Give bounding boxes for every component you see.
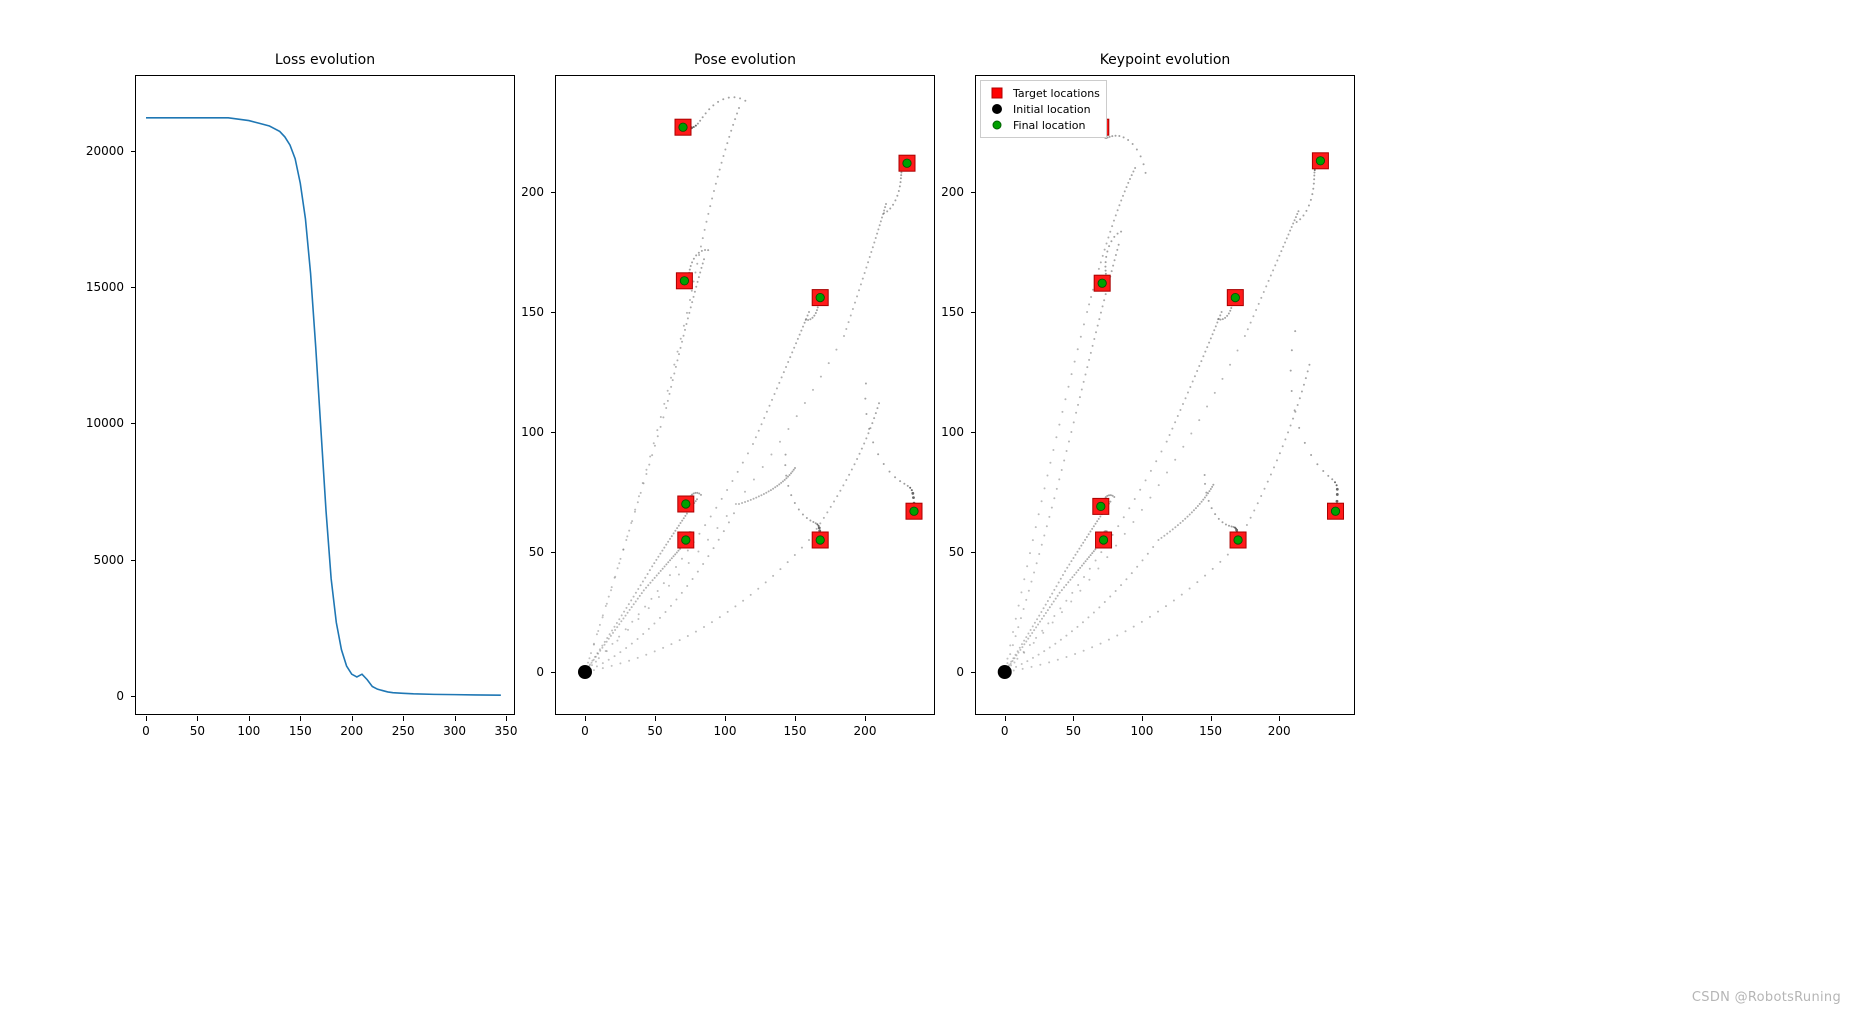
legend-item-target: Target locations xyxy=(987,85,1100,101)
x-tick-label: 0 xyxy=(581,724,589,738)
x-tick-label: 100 xyxy=(714,724,737,738)
final-marker xyxy=(1234,536,1242,544)
keypoint-scatter-plot xyxy=(976,76,1354,714)
final-marker xyxy=(1099,536,1107,544)
trail xyxy=(584,383,916,673)
trail xyxy=(1004,330,1339,673)
y-tick-label: 200 xyxy=(521,185,544,199)
figure: Loss evolution 0501001502002503003500500… xyxy=(135,75,1365,775)
panel-title: Keypoint evolution xyxy=(976,52,1354,68)
trail xyxy=(584,492,702,673)
y-tick-label: 50 xyxy=(529,545,544,559)
trail xyxy=(584,249,709,673)
x-tick-label: 50 xyxy=(647,724,662,738)
legend: Target locations Initial location Final … xyxy=(980,80,1107,138)
final-marker xyxy=(680,277,688,285)
final-marker xyxy=(1097,502,1105,510)
x-tick-label: 150 xyxy=(289,724,312,738)
loss-line xyxy=(146,118,501,695)
y-tick-label: 100 xyxy=(941,425,964,439)
trail xyxy=(584,531,694,673)
final-marker xyxy=(1331,507,1339,515)
y-tick-label: 50 xyxy=(949,545,964,559)
x-tick-label: 150 xyxy=(1199,724,1222,738)
initial-swatch-icon xyxy=(987,103,1007,115)
y-tick-label: 15000 xyxy=(86,280,124,294)
trail xyxy=(1004,474,1240,673)
x-tick-label: 100 xyxy=(237,724,260,738)
final-swatch-icon xyxy=(987,119,1007,131)
y-tick-label: 0 xyxy=(116,689,124,703)
y-tick-label: 100 xyxy=(521,425,544,439)
final-marker xyxy=(682,536,690,544)
y-tick-label: 20000 xyxy=(86,144,124,158)
x-tick-label: 200 xyxy=(854,724,877,738)
x-tick-label: 50 xyxy=(1066,724,1081,738)
final-marker xyxy=(679,123,687,131)
y-tick-label: 0 xyxy=(956,665,964,679)
trail xyxy=(1004,159,1322,673)
panel-title: Pose evolution xyxy=(556,52,934,68)
loss-evolution-panel: Loss evolution 0501001502002503003500500… xyxy=(135,75,515,715)
final-marker xyxy=(1231,293,1239,301)
final-marker xyxy=(1098,279,1106,287)
x-tick-label: 50 xyxy=(190,724,205,738)
x-tick-label: 0 xyxy=(1001,724,1009,738)
final-marker xyxy=(1316,157,1324,165)
pose-evolution-panel: Pose evolution 050100150200050100150200 xyxy=(555,75,935,715)
final-marker xyxy=(910,507,918,515)
x-tick-label: 250 xyxy=(392,724,415,738)
y-tick-label: 0 xyxy=(536,665,544,679)
x-tick-label: 350 xyxy=(495,724,518,738)
loss-line-plot xyxy=(136,76,514,714)
trail xyxy=(1004,530,1108,673)
initial-marker xyxy=(998,665,1012,679)
y-tick-label: 200 xyxy=(941,185,964,199)
x-tick-label: 300 xyxy=(443,724,466,738)
legend-item-initial: Initial location xyxy=(987,101,1100,117)
legend-label: Final location xyxy=(1013,119,1086,132)
legend-item-final: Final location xyxy=(987,117,1100,133)
trail xyxy=(1004,231,1122,673)
trail xyxy=(1004,296,1237,673)
legend-label: Initial location xyxy=(1013,103,1091,116)
y-tick-label: 150 xyxy=(521,305,544,319)
pose-scatter-plot xyxy=(556,76,934,714)
y-tick-label: 150 xyxy=(941,305,964,319)
trail xyxy=(584,96,746,673)
final-marker xyxy=(682,500,690,508)
x-tick-label: 150 xyxy=(784,724,807,738)
legend-label: Target locations xyxy=(1013,87,1100,100)
x-tick-label: 0 xyxy=(142,724,150,738)
watermark-text: CSDN @RobotsRuning xyxy=(1692,990,1841,1005)
target-swatch-icon xyxy=(987,87,1007,99)
keypoint-evolution-panel: Keypoint evolution 050100150200050100150… xyxy=(975,75,1355,715)
y-tick-label: 10000 xyxy=(86,416,124,430)
trail xyxy=(1004,126,1147,673)
initial-marker xyxy=(578,665,592,679)
x-tick-label: 100 xyxy=(1131,724,1154,738)
trail xyxy=(1004,494,1116,673)
final-marker xyxy=(903,159,911,167)
trail xyxy=(584,296,822,673)
final-marker xyxy=(816,293,824,301)
y-tick-label: 5000 xyxy=(93,553,124,567)
x-tick-label: 200 xyxy=(340,724,363,738)
final-marker xyxy=(816,536,824,544)
x-tick-label: 200 xyxy=(1268,724,1291,738)
panel-title: Loss evolution xyxy=(136,52,514,68)
